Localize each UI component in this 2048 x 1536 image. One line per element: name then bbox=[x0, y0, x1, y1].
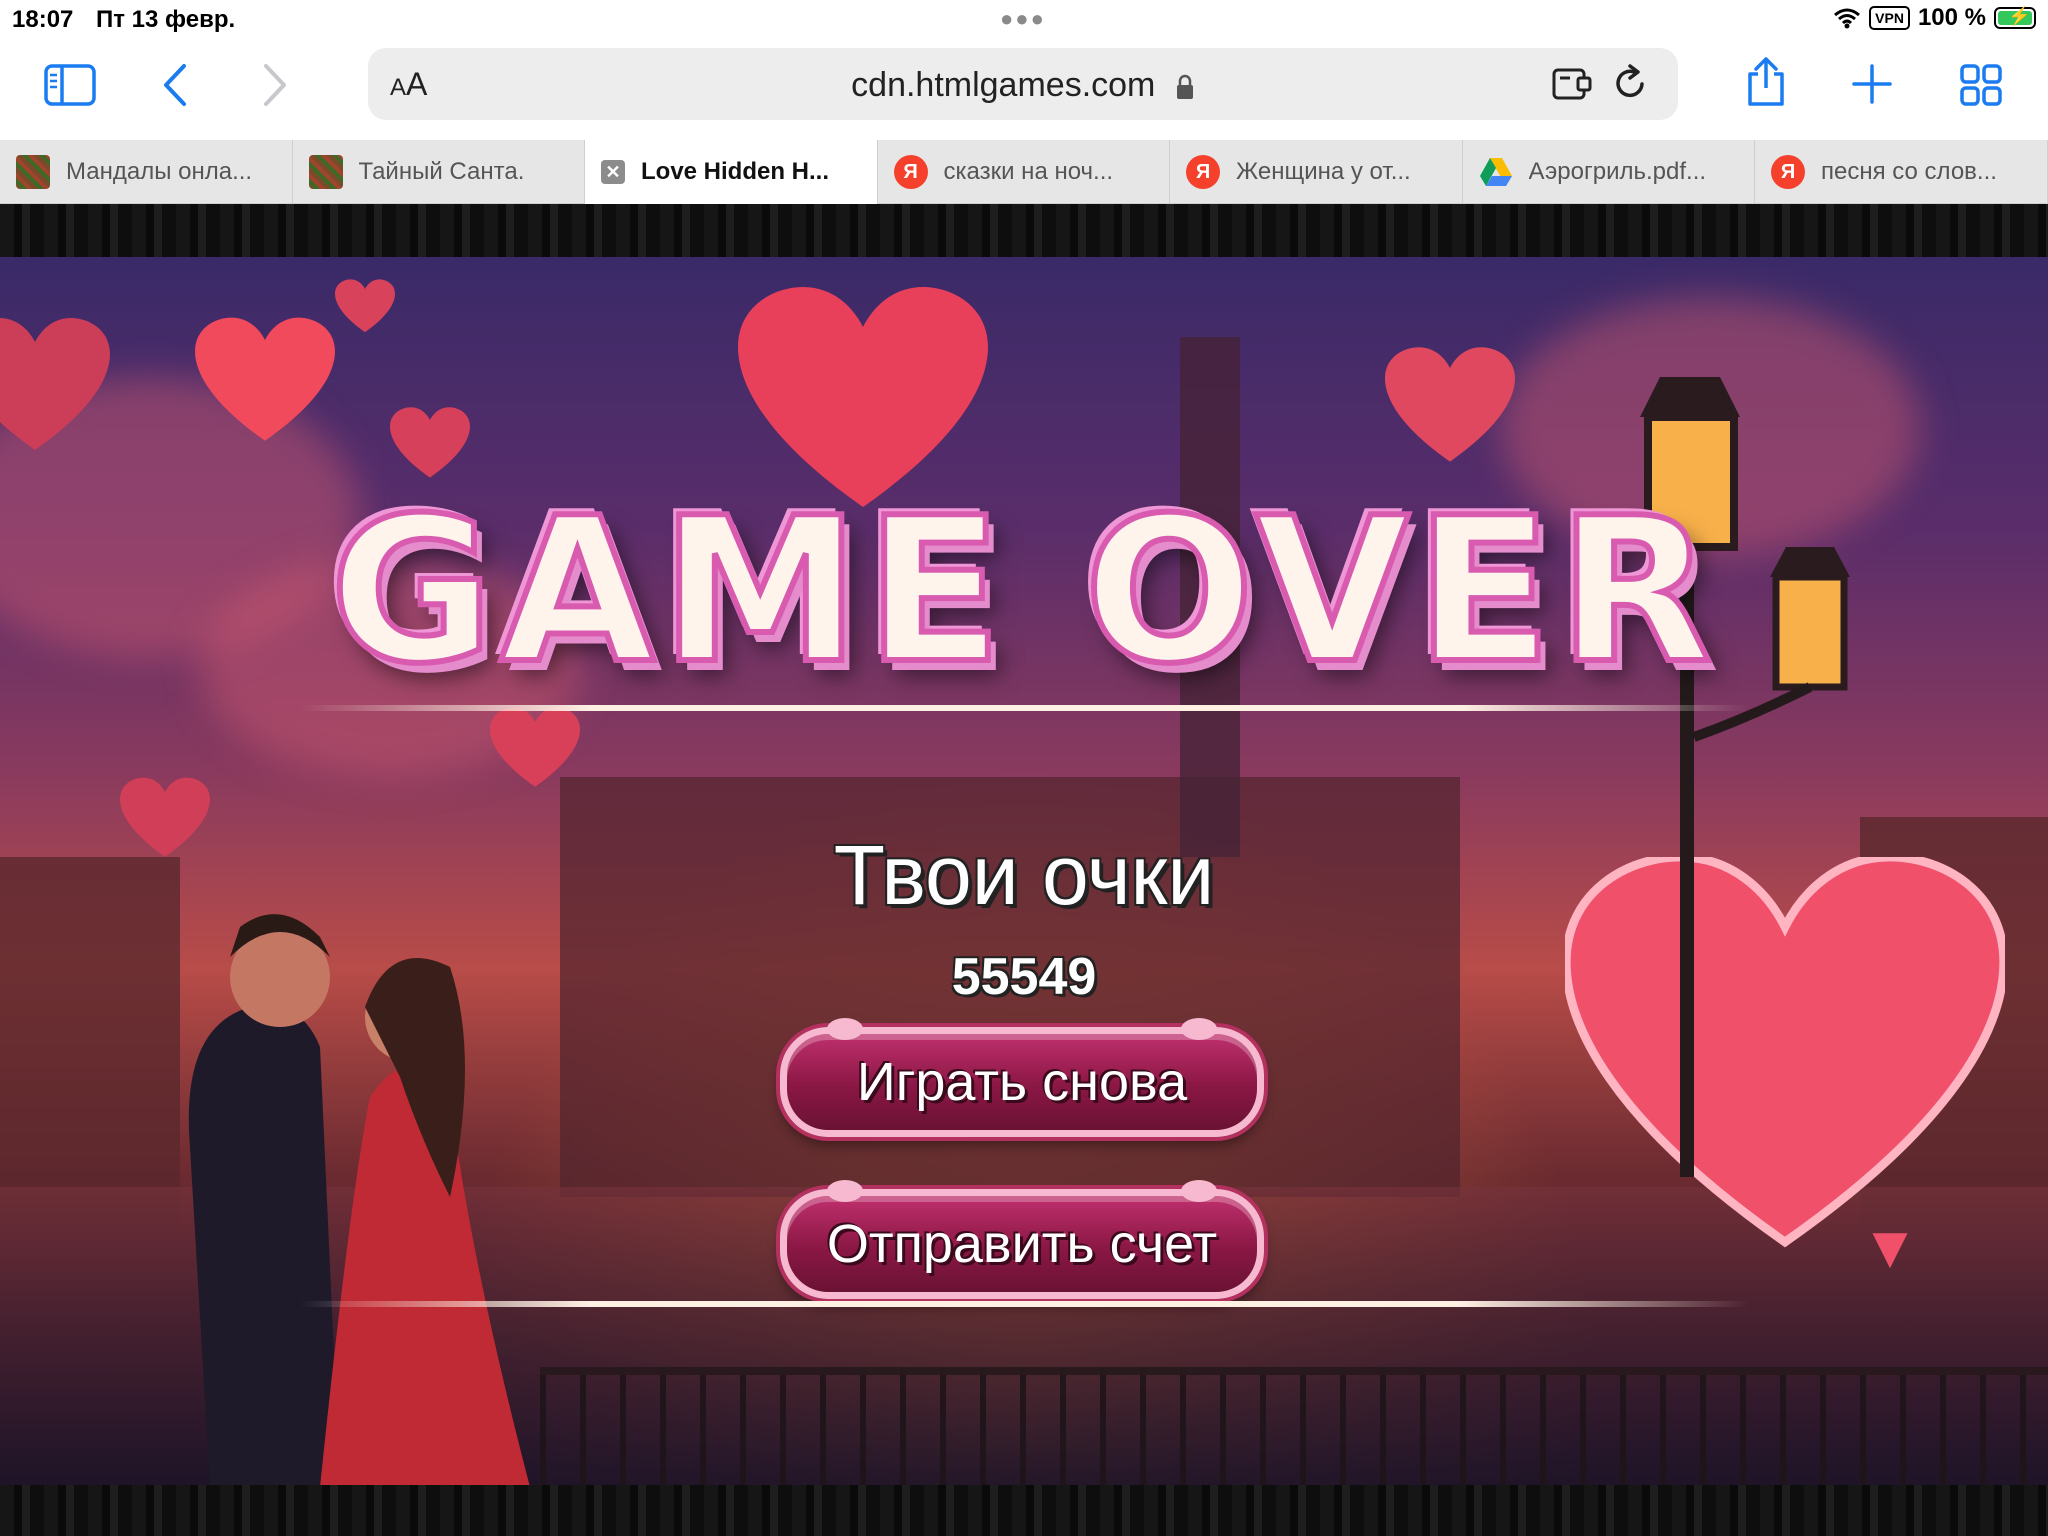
tab-label: Love Hidden H... bbox=[641, 158, 830, 185]
url-text[interactable]: cdn.htmlgames.com bbox=[368, 66, 1678, 105]
tab-aerogril[interactable]: Аэрогриль.pdf... bbox=[1463, 140, 1755, 204]
tab-label: сказки на ноч... bbox=[943, 158, 1114, 185]
button-ornament bbox=[1181, 1018, 1217, 1040]
street-lamp-icon bbox=[1640, 377, 1850, 1177]
lock-icon bbox=[1176, 74, 1193, 100]
close-tab-icon[interactable]: ✕ bbox=[601, 160, 625, 184]
play-again-label: Играть снова bbox=[856, 1052, 1188, 1112]
sidebar-icon[interactable] bbox=[44, 64, 96, 106]
score-label: Твои очки bbox=[833, 828, 1215, 922]
url-label: cdn.htmlgames.com bbox=[851, 66, 1156, 104]
google-drive-favicon-icon bbox=[1479, 158, 1512, 186]
game-over-title: GAME OVER bbox=[327, 472, 1719, 711]
game-over-screen: GAME OVER Твои очки 55549 Играть снова О… bbox=[0, 257, 2048, 1485]
heart-icon bbox=[390, 407, 470, 478]
tab-label: Мандалы онла... bbox=[66, 158, 253, 185]
tab-mandaly[interactable]: Мандалы онла... bbox=[0, 140, 293, 204]
battery-icon: ⚡ bbox=[1994, 6, 2036, 29]
back-icon[interactable] bbox=[160, 62, 190, 108]
multitasking-dots-icon[interactable]: ●●● bbox=[1000, 6, 1046, 32]
reload-icon[interactable] bbox=[1612, 64, 1648, 102]
tab-zhenshchina[interactable]: Я Женщина у от... bbox=[1170, 140, 1463, 204]
bottom-divider bbox=[300, 1301, 1748, 1307]
share-icon[interactable] bbox=[1744, 56, 1788, 108]
tab-skazki[interactable]: Я сказки на ноч... bbox=[878, 140, 1170, 204]
tab-label: Аэрогриль.pdf... bbox=[1528, 158, 1707, 185]
tab-love-hidden[interactable]: ✕ Love Hidden H... bbox=[585, 140, 878, 204]
tab-bar: Мандалы онла... Тайный Санта. ✕ Love Hid… bbox=[0, 140, 2048, 204]
play-again-button[interactable]: Играть снова bbox=[780, 1018, 1264, 1137]
button-ornament bbox=[827, 1180, 863, 1202]
heart-icon bbox=[1385, 347, 1515, 462]
score-value: 55549 bbox=[951, 948, 1097, 1006]
extension-icon[interactable] bbox=[1552, 66, 1594, 102]
forward-icon[interactable] bbox=[260, 62, 290, 108]
browser-toolbar: AA cdn.htmlgames.com bbox=[0, 40, 2048, 140]
battery-percent: 100 % bbox=[1917, 4, 1986, 31]
status-time: 18:07 bbox=[12, 6, 74, 33]
vpn-badge: VPN bbox=[1869, 6, 1910, 30]
tab-label: Женщина у от... bbox=[1236, 158, 1411, 185]
submit-score-button[interactable]: Отправить счет bbox=[780, 1180, 1264, 1299]
new-tab-icon[interactable] bbox=[1852, 64, 1892, 104]
yandex-favicon-icon: Я bbox=[1186, 155, 1220, 189]
tab-label: песня со слов... bbox=[1821, 158, 1997, 185]
balcony-railing bbox=[540, 1367, 2048, 1485]
wifi-icon bbox=[1834, 8, 1861, 29]
button-ornament bbox=[827, 1018, 863, 1040]
status-date: Пт 13 февр. bbox=[96, 6, 236, 33]
button-ornament bbox=[1181, 1180, 1217, 1202]
submit-score-label: Отправить счет bbox=[826, 1214, 1218, 1274]
yandex-favicon-icon: Я bbox=[893, 155, 928, 189]
heart-icon bbox=[195, 317, 335, 441]
mandala-favicon-icon bbox=[308, 155, 343, 189]
heart-icon bbox=[490, 707, 580, 787]
status-indicators: VPN 100 % ⚡ bbox=[1833, 4, 2036, 32]
status-bar: 18:07 Пт 13 февр. ●●● VPN 100 % ⚡ bbox=[0, 0, 2048, 40]
heart-icon bbox=[0, 318, 110, 450]
tab-overview-icon[interactable] bbox=[1960, 64, 2002, 106]
address-bar[interactable]: AA cdn.htmlgames.com bbox=[368, 48, 1678, 120]
heart-icon bbox=[335, 279, 395, 333]
mandala-favicon-icon bbox=[16, 155, 50, 189]
tab-tainy-santa[interactable]: Тайный Санта. bbox=[293, 140, 585, 204]
yandex-favicon-icon: Я bbox=[1771, 155, 1805, 189]
tab-pesnya[interactable]: Я песня со слов... bbox=[1755, 140, 2048, 204]
tab-label: Тайный Санта. bbox=[358, 158, 525, 185]
top-divider bbox=[300, 705, 1748, 711]
